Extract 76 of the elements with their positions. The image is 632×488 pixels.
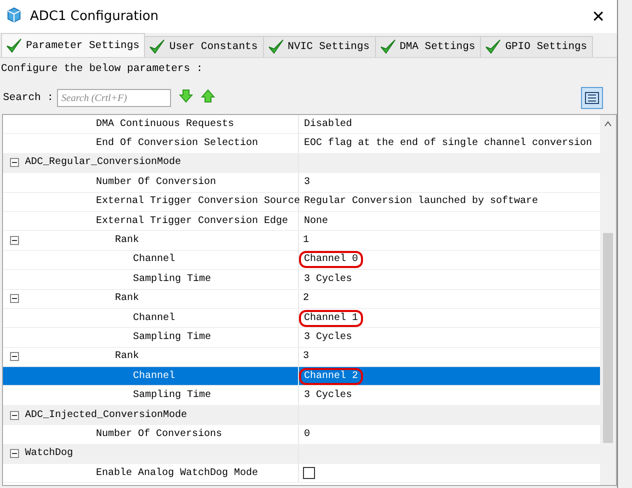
check-icon [266,38,285,56]
tree-row[interactable]: Sampling Time 3 Cycles [3,328,600,348]
parameter-label: End Of Conversion Selection [96,138,258,150]
parameter-label: Sampling Time [133,390,212,402]
parameter-value: 3 Cycles [303,272,354,287]
tree-group-row[interactable]: ADC_Regular_ConversionMode [3,154,600,174]
parameter-value: 3 Cycles [303,330,354,345]
tree-row[interactable]: Number Of Conversions 0 [3,425,600,445]
group-label: ADC_Regular_ConversionMode [25,157,182,168]
node-label: Rank [115,351,140,362]
check-icon [484,38,502,56]
parameter-value: Regular Conversion launched by software [303,194,540,210]
tree-row[interactable]: External Trigger Conversion Source Regular Conversion launched by software [3,192,600,212]
parameter-label: Sampling Time [133,274,212,285]
tab[interactable]: Parameter Settings [1,33,146,57]
tree-row[interactable]: Channel Channel 1 [3,308,600,328]
node-value: 1 [303,235,310,246]
node-value: 2 [303,293,310,304]
close-button[interactable]: ✕ [588,7,609,26]
list-view-icon[interactable] [581,87,603,109]
caret-up-icon[interactable] [604,121,612,127]
tree-group-row[interactable]: WatchDog [3,444,600,464]
search-field[interactable]: Search (Crtl+F) [57,89,172,107]
tree-row[interactable]: External Trigger Conversion Edge None [3,212,600,232]
parameter-label: Number Of Conversions [96,428,222,440]
check-icon [378,38,397,56]
tree-group-row[interactable]: Rank 1 [3,231,600,251]
collapse-icon[interactable] [10,236,19,246]
check-icon [5,36,23,54]
parameter-label: External Trigger Conversion Source [96,196,300,208]
collapse-icon[interactable] [10,352,19,362]
check-icon [148,38,166,56]
tree-row[interactable]: Sampling Time 3 Cycles [3,270,600,290]
parameter-label: Channel [133,312,176,324]
checkbox[interactable] [303,467,315,480]
tree-group-row[interactable]: ADC_Injected_ConversionMode [3,406,600,426]
tree-row[interactable]: Number Of Conversion 3 [3,173,600,193]
tab[interactable]: GPIO Settings [480,36,594,57]
tree-row[interactable]: Channel Channel 0 [3,250,600,270]
search-label: Search : [3,92,54,104]
group-label: WatchDog [25,448,74,460]
scrollbar[interactable] [600,115,616,485]
tree-row[interactable]: Sampling Time 3 Cycles [3,386,600,406]
parameter-value: None [303,214,330,229]
parameter-label: Channel [133,370,176,382]
tree-row[interactable]: Channel Channel 2 [3,367,600,386]
collapse-icon[interactable] [10,294,19,304]
tab[interactable]: User Constants [144,36,264,57]
node-value: 3 [303,351,310,362]
parameter-label: Enable Analog WatchDog Mode [96,468,258,479]
tree-row[interactable]: End Of Conversion Selection EOC flag at the end of single channel conversion [3,134,600,154]
tab[interactable]: DMA Settings [374,36,482,57]
circled-parameter-value: Channel 0 [299,251,364,268]
parameter-value: 3 Cycles [303,388,354,404]
parameter-label: External Trigger Conversion Edge [96,216,288,227]
parameter-value: 0 [303,428,312,442]
parameter-label: DMA Continuous Requests [96,118,234,130]
tree-row[interactable]: DMA Continuous Requests Disabled [3,115,600,134]
tree-row[interactable]: Enable Analog WatchDog Mode [3,464,600,484]
window-title: ADC1 Configuration [30,9,160,24]
collapse-icon[interactable] [10,158,19,168]
parameter-value: 3 [303,176,312,190]
tree-group-row[interactable]: Rank 2 [3,290,600,309]
parameter-label: Channel [133,254,176,266]
node-label: Rank [115,293,140,304]
parameter-label: Number Of Conversion [96,176,216,188]
parameter-value: Disabled [303,118,354,132]
tree-group-row[interactable]: Rank 3 [3,348,600,368]
parameter-label: Sampling Time [133,332,212,343]
instruction-text: Configure the below parameters : [0,62,204,77]
collapse-icon[interactable] [10,410,19,420]
collapse-icon[interactable] [10,449,19,458]
tab[interactable]: NVIC Settings [262,36,376,57]
node-label: Rank [115,235,140,246]
parameter-value: EOC flag at the end of single channel conversion [303,136,594,152]
group-label: ADC_Injected_ConversionMode [25,410,188,421]
